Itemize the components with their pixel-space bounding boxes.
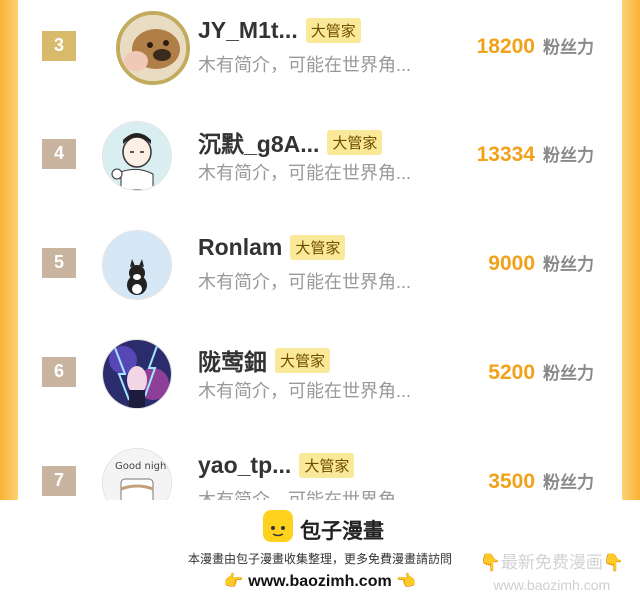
list-item[interactable]: 6 陇莺鈿 大管家 木有简介，可能在世界角... 5200 粉丝力 xyxy=(18,321,622,429)
rank-badge: 3 xyxy=(42,31,76,69)
brand-name: 包子漫畫 xyxy=(300,520,384,543)
fans-label: 粉丝力 xyxy=(543,146,594,165)
rank-badge: 4 xyxy=(42,139,76,177)
cartoon-avatar-icon xyxy=(103,122,171,190)
cat-avatar-icon xyxy=(103,231,171,299)
list-item[interactable]: 4 沉默_g8A... 大管家 木有简介，可能在世界角... 13334 粉丝力 xyxy=(18,103,622,211)
intro-text: 木有简介，可能在世界角... xyxy=(198,490,412,500)
fans-score: 18200 粉丝力 xyxy=(477,33,594,59)
intro-text: 木有简介，可能在世界角... xyxy=(198,163,412,183)
pointing-right-icon: 👉 xyxy=(223,573,244,590)
avatar[interactable] xyxy=(116,11,190,85)
dog-avatar-icon xyxy=(120,15,186,81)
fans-score: 5200 粉丝力 xyxy=(488,359,594,385)
baozi-logo-icon xyxy=(263,510,293,542)
fans-label: 粉丝力 xyxy=(543,364,594,383)
list-item[interactable]: 5 Ronlam 大管家 木有简介，可能在世界角... 9000 粉丝力 xyxy=(18,212,622,320)
avatar[interactable] xyxy=(102,230,172,300)
fan-ranking-list: 3 JY_M1t... 大管家 木有简介，可能在世界角... 18200 粉丝力 xyxy=(18,0,622,500)
username[interactable]: JY_M1t... xyxy=(198,17,298,44)
role-badge: 大管家 xyxy=(275,347,331,373)
list-item[interactable]: 3 JY_M1t... 大管家 木有简介，可能在世界角... 18200 粉丝力 xyxy=(18,0,622,103)
username[interactable]: yao_tp... xyxy=(198,452,291,479)
username[interactable]: 陇莺鈿 xyxy=(198,343,267,377)
fans-count: 18200 xyxy=(476,35,535,58)
good-night-avatar-icon: Good night xyxy=(103,449,171,500)
fans-label: 粉丝力 xyxy=(543,38,594,57)
watermark: 👇最新免费漫画👇 www.baozimh.com xyxy=(480,548,624,593)
role-badge: 大管家 xyxy=(327,129,383,155)
fans-count: 9000 xyxy=(488,252,535,275)
username[interactable]: 沉默_g8A... xyxy=(198,125,319,159)
watermark-url: www.baozimh.com xyxy=(493,577,611,593)
intro-text: 木有简介，可能在世界角... xyxy=(198,272,412,292)
pointing-left-icon: 👈 xyxy=(396,573,417,590)
list-item[interactable]: 7 Good night yao_tp... 大管家 木有简介，可能在世界角..… xyxy=(18,430,622,500)
role-badge: 大管家 xyxy=(290,235,346,260)
fans-score: 3500 粉丝力 xyxy=(488,468,594,494)
fans-label: 粉丝力 xyxy=(543,473,594,492)
fans-label: 粉丝力 xyxy=(543,255,594,274)
intro-text: 木有简介，可能在世界角... xyxy=(198,55,412,75)
rank-badge: 6 xyxy=(42,357,76,395)
avatar[interactable] xyxy=(102,121,172,191)
watermark-title: 👇最新免费漫画👇 xyxy=(479,553,624,572)
footer-banner: 包子漫畫 本漫畫由包子漫畫收集整理，更多免費漫畫請訪問 👉 www.baozim… xyxy=(0,500,640,600)
rank-badge: 7 xyxy=(42,466,76,500)
anime-avatar-icon xyxy=(103,340,171,408)
fans-score: 9000 粉丝力 xyxy=(488,250,594,276)
intro-text: 木有简介，可能在世界角... xyxy=(198,381,412,401)
fans-count: 5200 xyxy=(488,361,535,384)
site-url[interactable]: www.baozimh.com xyxy=(248,573,391,590)
fans-count: 3500 xyxy=(488,470,535,493)
avatar[interactable]: Good night xyxy=(102,448,172,500)
avatar[interactable] xyxy=(102,339,172,409)
role-badge: 大管家 xyxy=(305,18,361,43)
fans-score: 13334 粉丝力 xyxy=(477,141,594,167)
rank-badge: 5 xyxy=(42,248,76,286)
fans-count: 13334 xyxy=(476,143,535,166)
avatar-caption: Good night xyxy=(115,461,170,472)
username[interactable]: Ronlam xyxy=(198,234,282,261)
role-badge: 大管家 xyxy=(299,453,355,478)
